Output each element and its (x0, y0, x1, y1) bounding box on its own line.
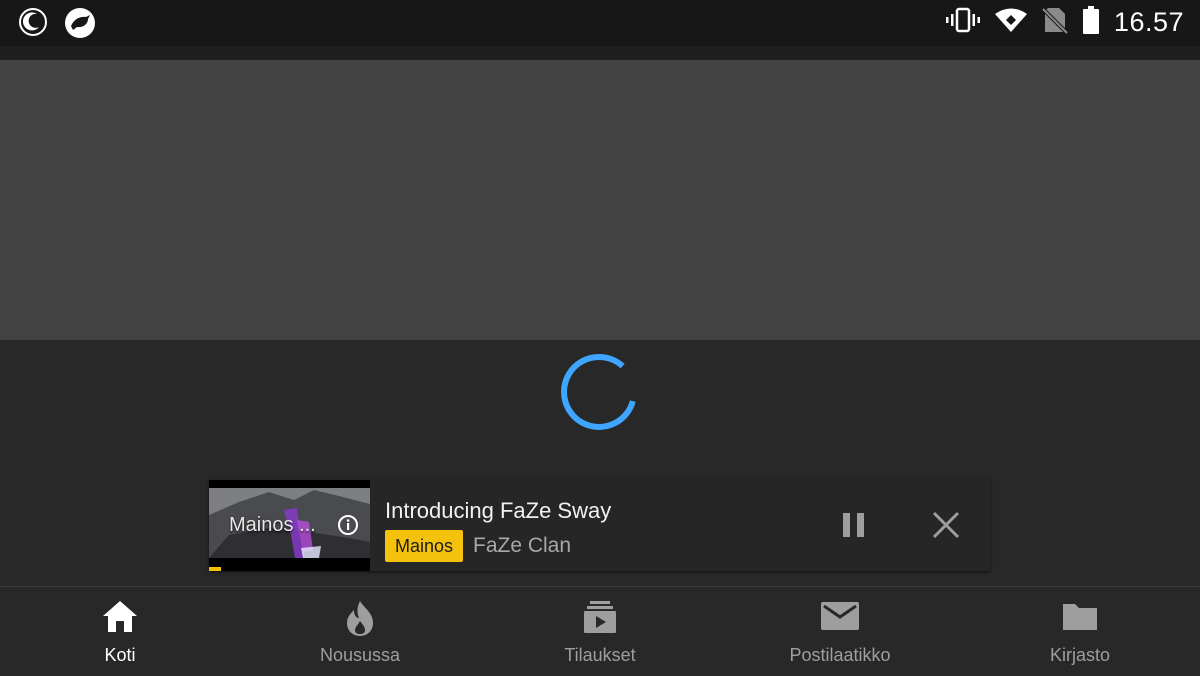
nav-label: Nousussa (319, 645, 401, 665)
close-icon (932, 511, 960, 539)
clock-time: 16.57 (1113, 7, 1184, 37)
video-title[interactable]: Introducing FaZe Sway (385, 498, 611, 524)
ad-progress-bar (209, 567, 221, 571)
header-gap (0, 46, 1200, 60)
subscriptions-icon (582, 599, 618, 640)
no-sim-icon (1041, 6, 1069, 39)
close-button[interactable] (929, 508, 963, 547)
nav-label: Tilaukset (564, 645, 636, 665)
bottom-navigation: Koti Nousussa Tilaukset Postilaatikko Ki… (0, 586, 1200, 676)
flame-icon (343, 599, 377, 642)
pause-icon (843, 513, 864, 537)
video-player[interactable] (0, 60, 1200, 340)
loading-spinner (559, 352, 639, 437)
nav-label: Koti (104, 645, 136, 665)
nav-item-tilaukset[interactable]: Tilaukset (480, 587, 720, 676)
nav-item-postilaatikko[interactable]: Postilaatikko (720, 587, 960, 676)
battery-icon (1082, 6, 1100, 39)
nav-label: Kirjasto (1049, 645, 1111, 665)
nav-item-nousussa[interactable]: Nousussa (240, 587, 480, 676)
status-bar: 16.57 (0, 0, 1200, 46)
nav-item-kirjasto[interactable]: Kirjasto (960, 587, 1200, 676)
info-icon[interactable] (337, 514, 359, 541)
nav-item-koti[interactable]: Koti (0, 587, 240, 676)
wifi-icon (994, 7, 1028, 38)
ad-thumbnail-label: Mainos ... (229, 514, 316, 536)
mail-icon (820, 599, 860, 638)
vibrate-icon (945, 7, 980, 38)
pause-button[interactable] (837, 508, 871, 547)
mini-player[interactable]: Mainos ... Introducing FaZe Sway Mainos … (209, 480, 990, 571)
ad-thumbnail[interactable]: Mainos ... (209, 480, 370, 571)
home-icon (101, 599, 139, 640)
folder-icon (1061, 599, 1099, 638)
moon-notification-icon (18, 7, 48, 44)
nav-label: Postilaatikko (789, 645, 891, 665)
bird-notification-icon (64, 7, 96, 44)
ad-badge: Mainos (385, 530, 464, 562)
channel-name: FaZe Clan (473, 534, 572, 557)
